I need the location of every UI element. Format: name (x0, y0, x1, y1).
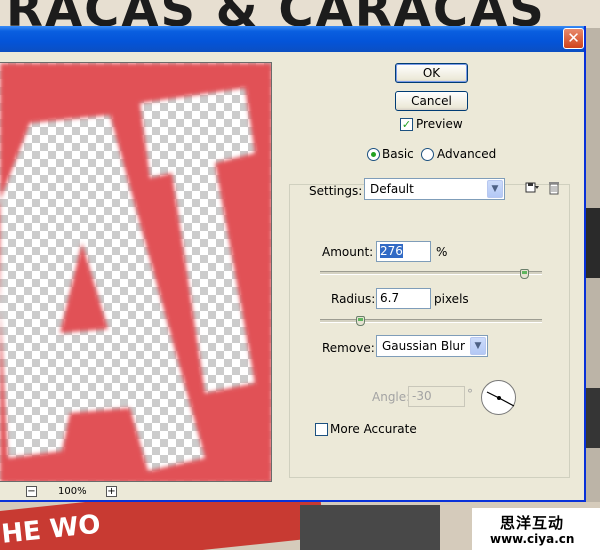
more-accurate-checkbox[interactable] (315, 423, 328, 436)
remove-value: Gaussian Blur (382, 339, 465, 353)
preview-canvas[interactable] (0, 62, 272, 482)
more-accurate-label: More Accurate (330, 422, 417, 436)
zoom-in-button[interactable]: + (106, 486, 117, 497)
dialog-titlebar[interactable]: ✕ (0, 26, 584, 52)
zoom-level: 100% (58, 486, 87, 497)
angle-input[interactable]: -30 (408, 386, 465, 407)
chevron-down-icon: ▼ (470, 337, 486, 355)
zoom-out-button[interactable]: − (26, 486, 37, 497)
amount-label: Amount: (322, 245, 374, 259)
cancel-button[interactable]: Cancel (395, 91, 468, 111)
radius-unit: pixels (434, 292, 469, 306)
watermark-chinese: 思洋互动 (500, 514, 565, 532)
preview-checkbox[interactable]: ✓ (400, 118, 413, 131)
radius-input[interactable]: 6.7 (376, 288, 431, 309)
chevron-down-icon: ▼ (487, 180, 503, 198)
radius-slider-track[interactable] (320, 319, 542, 323)
amount-input[interactable]: 276 (376, 241, 431, 262)
preview-label: Preview (416, 117, 463, 131)
close-button[interactable]: ✕ (563, 28, 584, 49)
background-poster-right (586, 28, 600, 550)
basic-radio[interactable] (367, 148, 380, 161)
advanced-label: Advanced (437, 147, 497, 161)
ok-button[interactable]: OK (395, 63, 468, 83)
remove-dropdown[interactable]: Gaussian Blur ▼ (376, 335, 488, 357)
background-photo-fragment (300, 505, 440, 550)
background-poster-top: RACAS & CARACAS (0, 0, 600, 28)
angle-dial[interactable] (481, 380, 516, 415)
amount-unit: % (436, 245, 448, 259)
amount-slider-track[interactable] (320, 271, 542, 275)
settings-label: Settings: (309, 184, 363, 198)
amount-slider-thumb[interactable] (520, 269, 530, 279)
advanced-radio[interactable] (421, 148, 434, 161)
radius-label: Radius: (331, 292, 376, 306)
basic-label: Basic (382, 147, 414, 161)
preview-image (0, 63, 271, 481)
angle-label: Angle: (372, 390, 411, 404)
poster-title: RACAS & CARACAS (6, 0, 546, 28)
zoom-bar: − 100% + (0, 484, 272, 500)
settings-value: Default (370, 182, 414, 196)
trash-icon[interactable] (546, 179, 562, 195)
watermark: 思洋互动 www.ciya.cn (472, 508, 600, 550)
watermark-url: www.ciya.cn (490, 532, 575, 546)
remove-label: Remove: (322, 341, 375, 355)
radius-slider-thumb[interactable] (355, 316, 365, 326)
angle-unit: ° (467, 387, 473, 401)
smart-sharpen-dialog: ✕ − 100% + OK Cancel ✓ Preview Basic Adv… (0, 26, 586, 502)
amount-value: 276 (380, 244, 403, 258)
settings-dropdown[interactable]: Default ▼ (364, 178, 505, 200)
save-settings-icon[interactable] (524, 179, 540, 195)
